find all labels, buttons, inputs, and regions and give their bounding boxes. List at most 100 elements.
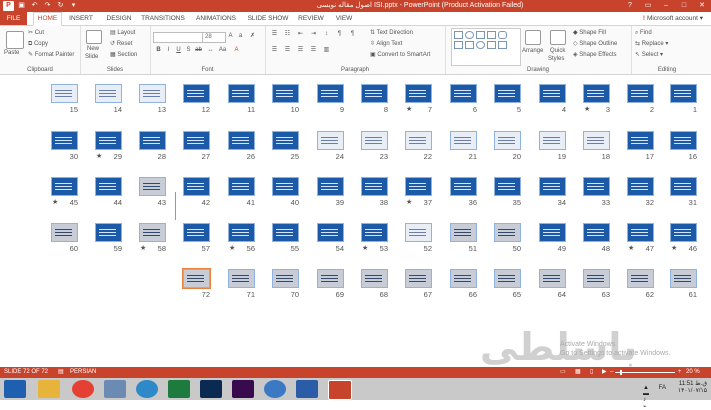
transition-star-icon[interactable]: ★ [406,105,412,113]
slide-thumbnail[interactable] [139,84,166,103]
transition-star-icon[interactable]: ★ [406,198,412,206]
tab-transitions[interactable]: TRANSITIONS [140,13,186,24]
slide-thumbnail[interactable] [95,84,122,103]
justify-icon[interactable]: ☰ [309,46,318,55]
triangle-shape-icon[interactable] [476,31,485,39]
slide-thumbnail[interactable] [361,84,388,103]
maximize-button[interactable]: □ [675,0,693,12]
cut-button[interactable]: ✂ Cut [28,29,44,37]
grow-font-icon[interactable]: A [226,32,235,41]
slide-thumbnail[interactable] [583,269,610,288]
slide-thumbnail[interactable] [583,131,610,150]
input-language[interactable]: FA [659,385,666,391]
slide-thumbnail[interactable] [670,131,697,150]
chrome-icon[interactable] [72,380,94,398]
slide-thumbnail[interactable] [272,131,299,150]
sync-icon[interactable] [136,380,158,398]
slide-thumbnail[interactable] [361,131,388,150]
slide-sorter-view-icon[interactable]: ▦ [575,367,581,378]
network-icon[interactable] [104,380,126,398]
slide-thumbnail[interactable] [494,223,521,242]
arrange-icon[interactable] [525,30,541,45]
transition-star-icon[interactable]: ★ [96,152,102,160]
slide-thumbnail[interactable] [139,131,166,150]
zoom-in-icon[interactable]: + [678,367,682,378]
slide-thumbnail[interactable] [583,177,610,196]
underline-icon[interactable]: U [174,46,183,55]
slide-thumbnail[interactable] [450,177,477,196]
copy-button[interactable]: ⧉ Copy [28,40,48,48]
strikethrough-icon[interactable]: ab [194,46,203,55]
excel-icon[interactable] [168,380,190,398]
powerpoint-app-icon[interactable]: P [3,1,14,11]
reading-view-icon[interactable]: ▯ [590,367,593,378]
transition-star-icon[interactable]: ★ [52,198,58,206]
slide-thumbnail[interactable] [228,177,255,196]
line-spacing-icon[interactable]: ↕ [322,30,331,39]
account-menu[interactable]: ! Microsoft account ▾ [643,13,703,24]
chat-icon[interactable] [264,380,286,398]
slideshow-view-icon[interactable]: ▶ [602,367,607,378]
columns-icon[interactable]: ▥ [322,46,331,55]
slide-thumbnail[interactable] [361,177,388,196]
close-button[interactable]: ✕ [693,0,711,12]
tab-review[interactable]: REVIEW [296,13,326,24]
rtl-icon[interactable]: ¶ [335,30,344,39]
slide-thumbnail[interactable] [139,223,166,242]
customize-icon[interactable]: ▾ [68,1,79,11]
font-color-icon[interactable]: A [232,46,241,55]
numbering-icon[interactable]: ☷ [283,30,292,39]
slide-thumbnail[interactable] [228,269,255,288]
slide-thumbnail[interactable] [539,269,566,288]
shape-effects-button[interactable]: ◈ Shape Effects [573,51,617,59]
slide-thumbnail[interactable] [670,84,697,103]
transition-star-icon[interactable]: ★ [628,244,634,252]
slide-thumbnail[interactable] [450,131,477,150]
language-indicator[interactable]: PERSIAN [70,367,96,378]
slide-thumbnail[interactable] [670,223,697,242]
reset-button[interactable]: ↺ Reset [110,40,132,48]
zoom-slider[interactable] [615,372,675,373]
slide-thumbnail[interactable] [494,177,521,196]
slide-thumbnail[interactable] [583,84,610,103]
layout-button[interactable]: ▤ Layout [110,29,135,37]
tab-home[interactable]: HOME [33,12,62,26]
notes-icon[interactable]: ▤ [58,367,64,378]
slide-thumbnail[interactable] [51,177,78,196]
slide-thumbnail[interactable] [539,177,566,196]
slide-thumbnail[interactable] [317,177,344,196]
callout-shape-icon[interactable] [498,41,507,49]
slide-thumbnail[interactable] [670,177,697,196]
change-case-icon[interactable]: Aa [218,46,227,55]
tab-animations[interactable]: ANIMATIONS [193,13,239,24]
tab-view[interactable]: VIEW [332,13,356,24]
rectangle-shape-icon[interactable] [454,31,463,39]
slide-thumbnail[interactable] [405,269,432,288]
slide-thumbnail[interactable] [317,223,344,242]
slide-thumbnail[interactable] [139,177,166,196]
shrink-font-icon[interactable]: a [236,32,245,41]
slide-thumbnail[interactable] [627,131,654,150]
paste-button[interactable]: Paste [4,49,19,57]
photoshop-icon[interactable] [200,380,222,398]
slide-thumbnail[interactable] [583,223,610,242]
slide-thumbnail[interactable] [51,223,78,242]
slide-thumbnail[interactable] [450,84,477,103]
slide-thumbnail[interactable] [539,84,566,103]
slide-thumbnail[interactable] [183,84,210,103]
slide-thumbnail[interactable] [361,269,388,288]
slide-thumbnail[interactable] [183,223,210,242]
redo-icon[interactable]: ↷ [42,1,53,11]
zoom-level[interactable]: 20 % [686,367,700,378]
slide-thumbnail[interactable] [361,223,388,242]
slide-thumbnail[interactable] [405,131,432,150]
slide-thumbnail[interactable] [627,84,654,103]
undo-icon[interactable]: ↶ [29,1,40,11]
section-button[interactable]: ▦ Section [110,51,137,59]
arrange-button[interactable]: Arrange [522,47,543,55]
slide-thumbnail[interactable] [272,177,299,196]
transition-star-icon[interactable]: ★ [584,105,590,113]
ltr-icon[interactable]: ¶ [348,30,357,39]
spacing-icon[interactable]: ↔ [206,46,215,55]
slide-thumbnail[interactable] [183,177,210,196]
